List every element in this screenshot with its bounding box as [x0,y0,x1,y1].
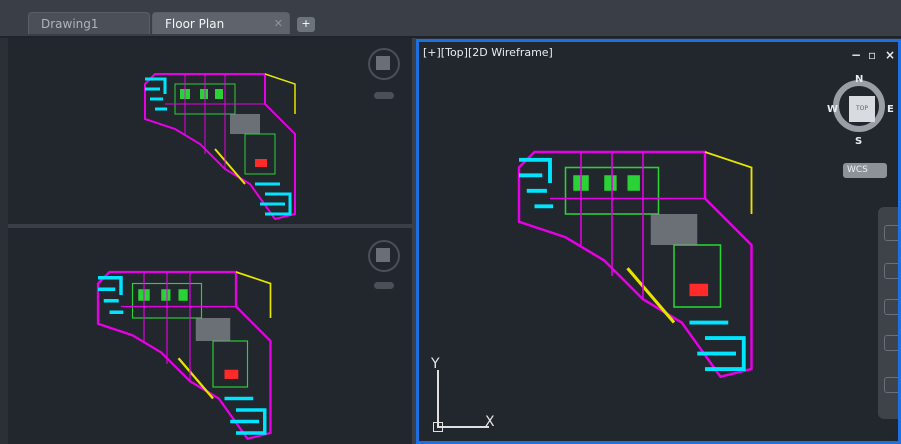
ucs-x-label: X [485,414,495,430]
navigation-bar [878,207,898,419]
tab-floor-plan-sample[interactable]: Floor Plan Sample* ✕ [152,12,290,53]
pan-icon[interactable] [884,263,898,279]
compass-east: E [887,104,894,115]
viewport-bottom-left[interactable] [8,228,412,444]
compass-north: N [855,74,864,85]
compass-south: S [855,136,863,147]
steering-wheel-icon[interactable] [884,225,898,241]
viewcube-face [376,56,390,70]
viewcube[interactable]: TOP N S W E [827,74,897,147]
tab-drawing1[interactable]: Drawing1 [28,12,150,34]
new-tab-button[interactable]: + [297,17,315,32]
zoom-icon[interactable] [884,299,898,315]
viewport-main-active[interactable]: [+][Top][2D Wireframe] − ▫ × TOP N S W E… [416,39,901,444]
ucs-icon: Y X [427,356,499,434]
viewcube-mini[interactable] [368,48,400,80]
ucs-y-label: Y [431,356,440,372]
viewport-top-left[interactable] [8,38,412,226]
ucs-y-axis [437,370,439,428]
wcs-mini[interactable] [374,92,394,99]
wcs-mini[interactable] [374,282,394,289]
ucs-x-axis [437,426,489,428]
plus-icon: + [301,17,311,30]
viewcube-face [376,248,390,262]
compass-west: W [827,104,839,115]
viewcube-mini[interactable] [368,240,400,272]
showmotion-icon[interactable] [884,377,898,393]
viewcube-top-face[interactable]: TOP [849,96,875,122]
orbit-icon[interactable] [884,335,898,351]
floor-plan-drawing [144,73,296,221]
floor-plan-drawing [96,270,272,441]
wcs-menu-button[interactable]: WCS [843,163,887,178]
ucs-origin-square [433,422,443,432]
close-icon[interactable]: ✕ [274,13,283,35]
document-tab-bar: Drawing1 Floor Plan Sample* ✕ + [0,0,901,53]
tab-label: Drawing1 [41,17,99,31]
